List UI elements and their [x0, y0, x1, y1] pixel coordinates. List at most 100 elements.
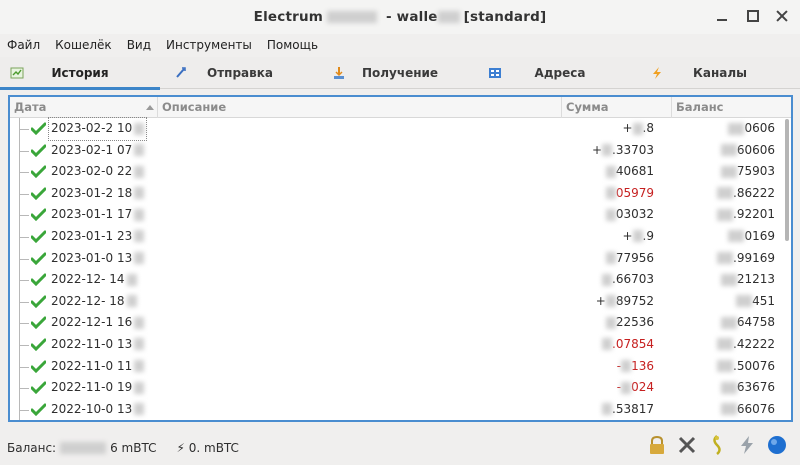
table-row[interactable]: 2022-11-0 19 -024 63676: [10, 377, 785, 399]
table-row[interactable]: 2023-02-2 10 + .8 0606: [10, 117, 785, 141]
balance-cell: 21213: [720, 269, 775, 291]
tree-branch: [19, 150, 29, 152]
date-cell: 2023-02-0 22: [51, 161, 145, 183]
tab-channels[interactable]: Каналы: [640, 57, 800, 89]
table-row[interactable]: 2023-01-2 18 05979 .86222: [10, 182, 785, 205]
tree-branch: [19, 193, 29, 195]
confirmed-check-icon: [31, 381, 46, 395]
tree-branch: [19, 366, 29, 368]
table-row[interactable]: 2022-12- 14 .66703 21213: [10, 269, 785, 291]
balance-cell: 66076: [720, 399, 775, 420]
tree-branch: [19, 323, 29, 325]
date-cell: 2022-12-1 16: [51, 312, 145, 334]
balance-cell: 451: [736, 291, 775, 313]
tools-icon[interactable]: [676, 434, 698, 456]
amount-cell: .07854: [602, 334, 654, 356]
amount-cell: 03032: [605, 204, 654, 226]
tab-send[interactable]: Отправка: [160, 57, 320, 89]
confirmed-check-icon: [31, 165, 46, 179]
table-row[interactable]: 2022-12-1 16 22536 64758: [10, 312, 785, 334]
balance-value: 6 mBTC: [110, 440, 157, 455]
amount-cell: -136: [616, 358, 654, 373]
tab-receive[interactable]: Получение: [320, 57, 480, 89]
menu-help[interactable]: Помощь: [267, 38, 318, 52]
balance-cell: 64758: [720, 312, 775, 334]
balance-cell: 0606: [728, 118, 775, 140]
menu-wallet[interactable]: Кошелёк: [55, 38, 112, 52]
send-icon: [176, 67, 186, 78]
table-row[interactable]: 2023-02-0 22 40681 75903: [10, 161, 785, 183]
tab-history[interactable]: История: [0, 57, 160, 90]
tree-branch: [19, 258, 29, 260]
balance-cell: .92201: [717, 204, 775, 226]
lightning-icon: [653, 67, 661, 79]
close-button[interactable]: [774, 8, 790, 24]
menu-bar: Файл Кошелёк Вид Инструменты Помощь: [0, 34, 800, 56]
receive-icon: [334, 67, 344, 79]
network-status-icon[interactable]: [766, 434, 788, 456]
amount-cell: 77956: [605, 248, 654, 270]
table-body: 2023-02-2 10 + .8 0606 2023-02-1 07 + .33703 60…: [10, 117, 785, 420]
seed-icon[interactable]: [706, 434, 728, 456]
table-row[interactable]: 2023-01-1 23 + .9 0169: [10, 225, 785, 248]
balance-cell: 60606: [720, 140, 775, 162]
amount-cell: + .9: [622, 228, 654, 243]
minimize-button[interactable]: [714, 8, 730, 24]
tree-branch: [19, 129, 29, 130]
table-row[interactable]: 2023-01-0 13 77956 .99169: [10, 247, 785, 270]
date-cell: 2023-01-1 17: [51, 204, 145, 226]
tab-bar: История Отправка Получение Адреса Каналы: [0, 57, 800, 90]
table-header: Дата Описание Сумма Баланс: [10, 97, 791, 118]
column-header-description[interactable]: Описание: [158, 97, 562, 118]
confirmed-check-icon: [31, 360, 46, 373]
confirmed-check-icon: [31, 316, 46, 330]
table-row[interactable]: 2022-10-0 13 .53817 66076: [10, 398, 785, 420]
column-header-date[interactable]: Дата: [10, 97, 158, 118]
menu-view[interactable]: Вид: [127, 38, 151, 52]
lock-icon[interactable]: [646, 434, 668, 456]
table-row[interactable]: 2023-01-1 17 03032 .92201: [10, 204, 785, 226]
confirmed-check-icon: [31, 338, 46, 351]
lightning-icon[interactable]: [736, 434, 758, 456]
title-bar: Electrum - walle [standard]: [0, 0, 800, 34]
balance-cell: .99169: [717, 248, 775, 270]
confirmed-check-icon: [31, 273, 46, 287]
amount-cell: .53817: [602, 399, 654, 420]
date-cell: 2022-12- 18: [51, 291, 137, 313]
amount-cell: + .33703: [591, 142, 654, 157]
tree-branch: [19, 409, 29, 411]
tree-branch: [19, 301, 29, 303]
tree-branch: [19, 236, 29, 238]
tree-branch: [19, 215, 29, 217]
column-header-amount[interactable]: Сумма: [562, 97, 672, 118]
confirmed-check-icon: [31, 252, 46, 265]
confirmed-check-icon: [31, 187, 46, 200]
date-cell: 2022-11-0 19: [51, 377, 145, 399]
tree-branch: [19, 172, 29, 174]
confirmed-check-icon: [31, 295, 46, 308]
tab-addresses[interactable]: Адреса: [480, 57, 640, 89]
lightning-balance: ⚡ 0. mBTC: [176, 440, 239, 455]
scrollbar-thumb[interactable]: [785, 119, 789, 241]
confirmed-check-icon: [31, 230, 46, 243]
balance-cell: .86222: [717, 183, 775, 205]
vertical-scrollbar[interactable]: [785, 119, 789, 419]
table-row[interactable]: 2022-12- 18 +89752 451: [10, 290, 785, 313]
balance-cell: .42222: [717, 334, 775, 356]
sort-ascending-icon: [146, 105, 154, 110]
table-row[interactable]: 2022-11-0 13 .07854 .42222: [10, 333, 785, 356]
table-row[interactable]: 2023-02-1 07 + .33703 60606: [10, 139, 785, 162]
date-cell: 2023-01-1 23: [51, 226, 145, 248]
table-row[interactable]: 2022-11-0 11 -136 .50076: [10, 355, 785, 378]
balance-cell: 75903: [720, 161, 775, 183]
date-cell: 2023-02-2 10: [47, 117, 148, 141]
balance-cell: .50076: [717, 356, 775, 378]
menu-file[interactable]: Файл: [7, 38, 40, 52]
addresses-icon: [489, 68, 501, 78]
menu-tools[interactable]: Инструменты: [166, 38, 252, 52]
balance-label: Баланс:: [7, 440, 57, 455]
balance-cell: 63676: [720, 377, 775, 399]
column-header-balance[interactable]: Баланс: [672, 97, 781, 118]
maximize-button[interactable]: [744, 8, 760, 24]
confirmed-check-icon: [31, 403, 46, 416]
